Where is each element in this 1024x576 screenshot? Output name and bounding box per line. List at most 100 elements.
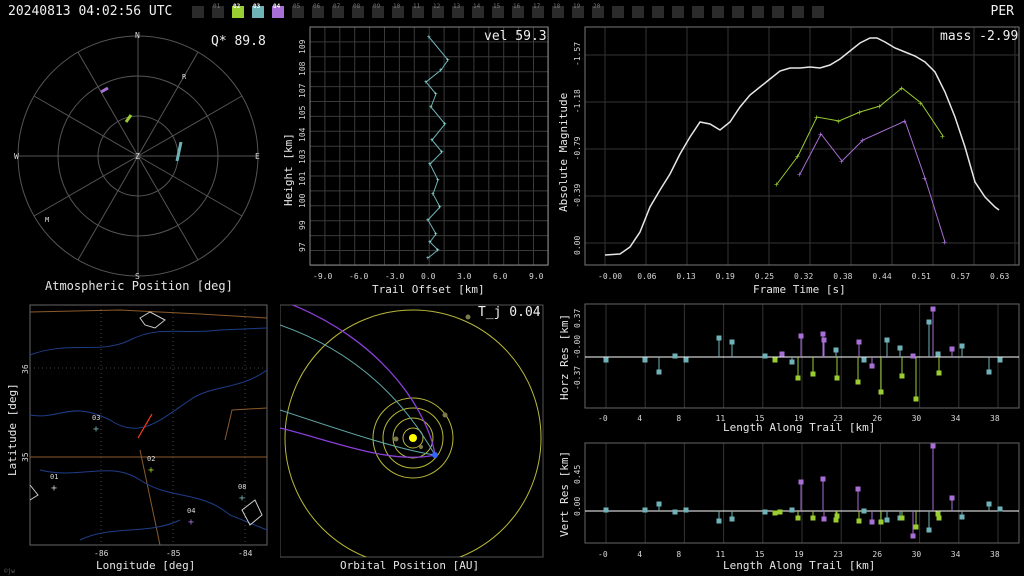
- station-toggle[interactable]: 09: [372, 3, 384, 18]
- station-toggle[interactable]: 04: [272, 3, 284, 18]
- station-toggle[interactable]: 13: [452, 3, 464, 18]
- station-toggle[interactable]: 08: [352, 3, 364, 18]
- polar-track-station04: [100, 86, 109, 94]
- x-tick-label: 0.44: [872, 272, 891, 281]
- station-toggle[interactable]: 16: [512, 3, 524, 18]
- vert-residual-point: [821, 516, 827, 522]
- x-tick-label: -0: [598, 414, 608, 423]
- magnitude-station04-point: +: [922, 174, 927, 183]
- height-panel: -9.0 -6.0 -3.0 0.0 3.0 6.0 9.0 97 99 100 101 103 10…: [282, 26, 549, 296]
- height-point: +: [439, 67, 443, 74]
- horz-residual-point: [762, 353, 768, 359]
- station-toggle[interactable]: 14: [472, 3, 484, 18]
- station-toggle[interactable]: [812, 6, 824, 18]
- horz-residual-point: [779, 351, 785, 357]
- magnitude-station02-point: +: [857, 108, 862, 117]
- q-star-readout: Q* 89.8: [211, 34, 266, 49]
- vert-residual-point: [656, 501, 662, 507]
- height-point: +: [427, 34, 431, 41]
- y-tick-label: -1.57: [573, 42, 582, 66]
- orbit-xlabel: Orbital Position [AU]: [340, 559, 479, 572]
- height-xlabel: Trail Offset [km]: [372, 283, 485, 296]
- height-point: +: [436, 247, 440, 254]
- station-toggle-label: 06: [313, 3, 321, 10]
- vert-residual-point: [930, 443, 936, 449]
- station-toggle[interactable]: 10: [392, 3, 404, 18]
- y-tick-label: 0.45: [573, 465, 582, 484]
- station-toggle[interactable]: 06: [312, 3, 324, 18]
- height-point: +: [434, 231, 438, 238]
- station-toggle[interactable]: 17: [532, 3, 544, 18]
- station-toggle[interactable]: 03: [252, 3, 264, 18]
- y-tick-label: -0.37: [573, 366, 582, 390]
- station-toggle[interactable]: [652, 6, 664, 18]
- polar-track-station03: [175, 141, 183, 162]
- station-toggle[interactable]: 07: [332, 3, 344, 18]
- vert-residual-point: [869, 519, 875, 525]
- vert-residual-point: [789, 507, 795, 513]
- station-selector[interactable]: 01 02 03 04 05 06 07 08 09 10 11 12 13 14 15 16 17 18 19 20: [192, 3, 824, 18]
- y-tick-label: 0.00: [573, 497, 582, 516]
- horz-residual-point: [716, 335, 722, 341]
- y-tick-label: 35: [21, 452, 30, 462]
- vert-residual-point: [642, 507, 648, 513]
- vert-residual-point: [729, 516, 735, 522]
- station-toggle[interactable]: 12: [432, 3, 444, 18]
- polar-spoke: [33, 95, 139, 157]
- horz-residual-point: [869, 363, 875, 369]
- station-toggle[interactable]: [772, 6, 784, 18]
- station-toggle-label: 07: [333, 3, 341, 10]
- north-label: N: [135, 31, 140, 40]
- polar-spoke: [77, 155, 139, 261]
- orbit-frame: [280, 304, 544, 558]
- station-toggle[interactable]: [692, 6, 704, 18]
- map-station-marker: +: [51, 483, 57, 494]
- horz-residual-point: [795, 375, 801, 381]
- magnitude-station04-point: +: [860, 136, 865, 145]
- station-toggle[interactable]: 01: [212, 3, 224, 18]
- station-toggle[interactable]: [792, 6, 804, 18]
- station-toggle[interactable]: [752, 6, 764, 18]
- magnitude-station04-point: +: [818, 130, 823, 139]
- horz-residual-point: [672, 353, 678, 359]
- height-point: +: [428, 161, 432, 168]
- vert-residual-point: [959, 514, 965, 520]
- station-toggle[interactable]: [612, 6, 624, 18]
- x-tick-label: -6.0: [349, 272, 368, 281]
- station-toggle-label: 03: [253, 3, 261, 10]
- station-toggle[interactable]: 15: [492, 3, 504, 18]
- station-toggle-label: 08: [353, 3, 361, 10]
- x-tick-label: 0.63: [990, 272, 1009, 281]
- vert-residual-point: [856, 518, 862, 524]
- height-point: +: [428, 239, 432, 246]
- station-toggle[interactable]: [732, 6, 744, 18]
- height-point: +: [430, 137, 434, 144]
- y-tick-label: 100: [298, 193, 307, 208]
- zenith-label: Z: [135, 152, 140, 161]
- y-tick-label: 36: [21, 364, 30, 374]
- horz-residual-point: [861, 357, 867, 363]
- station-toggle[interactable]: [712, 6, 724, 18]
- station-toggle[interactable]: 02: [232, 3, 244, 18]
- map-station-label: 03: [92, 414, 100, 422]
- station-toggle[interactable]: 20: [592, 3, 604, 18]
- x-tick-label: 38: [990, 414, 1000, 423]
- vert-residual-point: [913, 524, 919, 530]
- height-point: +: [440, 149, 444, 156]
- station-toggle-label: 04: [273, 3, 281, 10]
- station-toggle[interactable]: [672, 6, 684, 18]
- polar-spoke: [137, 155, 199, 261]
- station-toggle[interactable]: [192, 6, 204, 18]
- station-toggle[interactable]: 18: [552, 3, 564, 18]
- vert-residual-point: [777, 509, 783, 515]
- station-toggle[interactable]: 19: [572, 3, 584, 18]
- x-tick-label: -3.0: [385, 272, 404, 281]
- station-toggle[interactable]: [632, 6, 644, 18]
- station-toggle[interactable]: 11: [412, 3, 424, 18]
- station-toggle[interactable]: 05: [292, 3, 304, 18]
- map-station-label: 04: [187, 507, 195, 515]
- y-tick-label: 105: [298, 105, 307, 120]
- vert-residual-point: [798, 479, 804, 485]
- y-tick-label: 101: [298, 171, 307, 186]
- tisserand-readout: T_j 0.04: [478, 305, 541, 320]
